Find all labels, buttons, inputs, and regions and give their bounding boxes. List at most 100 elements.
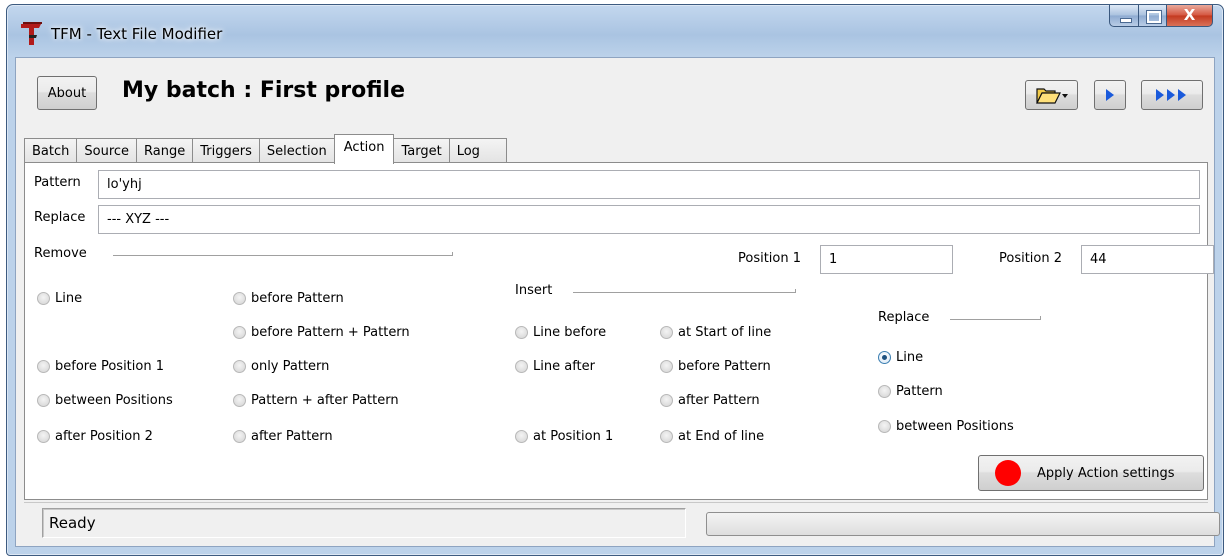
- remove-between-positions-radio[interactable]: between Positions: [37, 393, 173, 408]
- tab-target[interactable]: Target: [393, 138, 450, 163]
- insert-separator: [573, 289, 796, 293]
- tab-batch[interactable]: Batch: [24, 138, 78, 163]
- radio-dot: [37, 360, 50, 373]
- status-bar: Ready: [24, 502, 1220, 542]
- remove-before-position1-radio[interactable]: before Position 1: [37, 359, 164, 374]
- radio-label: at End of line: [678, 429, 765, 444]
- radio-label: at Position 1: [533, 429, 614, 444]
- main-client-area: About My batch : First profile Batch Sou…: [15, 57, 1220, 547]
- insert-line-after-radio[interactable]: Line after: [515, 359, 595, 374]
- unsaved-indicator-icon: [995, 460, 1021, 486]
- tab-selection[interactable]: Selection: [258, 138, 335, 163]
- window-title: TFM - Text File Modifier: [51, 25, 223, 43]
- radio-dot: [233, 292, 246, 305]
- radio-dot: [878, 351, 891, 364]
- insert-after-pattern-radio[interactable]: after Pattern: [660, 393, 760, 408]
- radio-dot: [37, 394, 50, 407]
- radio-label: Line after: [533, 359, 595, 374]
- insert-line-before-radio[interactable]: Line before: [515, 325, 606, 340]
- tab-triggers[interactable]: Triggers: [192, 138, 260, 163]
- pattern-label: Pattern: [34, 175, 81, 190]
- remove-line-radio[interactable]: Line: [37, 291, 82, 306]
- radio-label: after Pattern: [678, 393, 760, 408]
- insert-before-pattern-radio[interactable]: before Pattern: [660, 359, 771, 374]
- chevron-down-icon: [1061, 94, 1068, 98]
- status-text: Ready: [42, 508, 686, 538]
- window-controls: X: [1109, 5, 1213, 29]
- remove-separator: [113, 252, 453, 256]
- radio-dot: [878, 420, 891, 433]
- radio-label: Line: [55, 291, 83, 306]
- title-bar[interactable]: TFM - Text File Modifier X: [7, 5, 1223, 53]
- replace-line-radio[interactable]: Line: [878, 350, 923, 365]
- position2-label: Position 2: [999, 251, 1063, 266]
- tab-strip: Batch Source Range Triggers Selection Ac…: [24, 134, 507, 164]
- apply-action-settings-button[interactable]: Apply Action settings: [978, 455, 1204, 491]
- replace-separator: [950, 316, 1041, 320]
- run-all-button[interactable]: [1141, 80, 1203, 110]
- remove-before-pattern-plus-pattern-radio[interactable]: before Pattern + Pattern: [233, 325, 410, 340]
- radio-label: Pattern: [896, 384, 943, 399]
- radio-dot: [660, 394, 673, 407]
- insert-group-label: Insert: [515, 283, 553, 298]
- radio-label: before Pattern: [678, 359, 771, 374]
- remove-pattern-plus-after-pattern-radio[interactable]: Pattern + after Pattern: [233, 393, 399, 408]
- tab-log[interactable]: Log: [448, 138, 507, 163]
- run-once-button[interactable]: [1094, 80, 1126, 110]
- fast-forward-icon: [1156, 89, 1186, 101]
- replace-between-positions-radio[interactable]: between Positions: [878, 419, 1014, 434]
- radio-label: only Pattern: [251, 359, 330, 374]
- radio-dot: [878, 385, 891, 398]
- pattern-input[interactable]: lo'yhj: [98, 170, 1200, 199]
- progress-bar: [706, 512, 1220, 536]
- radio-dot: [37, 292, 50, 305]
- folder-open-icon: [1035, 88, 1068, 104]
- tab-range[interactable]: Range: [136, 138, 194, 163]
- radio-dot: [515, 430, 528, 443]
- apply-button-label: Apply Action settings: [1037, 465, 1175, 481]
- radio-label: between Positions: [55, 393, 173, 408]
- radio-dot: [660, 430, 673, 443]
- radio-label: Line before: [533, 325, 607, 340]
- remove-after-position2-radio[interactable]: after Position 2: [37, 429, 153, 444]
- position2-input[interactable]: 44: [1081, 245, 1214, 274]
- replace-label: Replace: [34, 210, 86, 225]
- replace-input[interactable]: --- XYZ ---: [98, 205, 1200, 234]
- radio-label: after Position 2: [55, 429, 153, 444]
- remove-before-pattern-radio[interactable]: before Pattern: [233, 291, 344, 306]
- remove-only-pattern-radio[interactable]: only Pattern: [233, 359, 329, 374]
- radio-dot: [233, 360, 246, 373]
- radio-label: at Start of line: [678, 325, 772, 340]
- radio-label: before Pattern: [251, 291, 344, 306]
- radio-dot: [233, 326, 246, 339]
- radio-label: Pattern + after Pattern: [251, 393, 399, 408]
- radio-dot: [37, 430, 50, 443]
- app-window: TFM - Text File Modifier X About My batc…: [6, 4, 1224, 556]
- remove-group-label: Remove: [34, 246, 87, 261]
- insert-at-end-of-line-radio[interactable]: at End of line: [660, 429, 764, 444]
- remove-after-pattern-radio[interactable]: after Pattern: [233, 429, 333, 444]
- tfm-logo-icon: [21, 22, 42, 45]
- radio-label: between Positions: [896, 419, 1014, 434]
- radio-dot: [660, 360, 673, 373]
- radio-label: after Pattern: [251, 429, 333, 444]
- radio-dot: [660, 326, 673, 339]
- radio-label: before Position 1: [55, 359, 164, 374]
- position1-label: Position 1: [738, 251, 802, 266]
- open-profile-dropdown-button[interactable]: [1025, 80, 1078, 110]
- action-panel: Pattern lo'yhj Replace --- XYZ --- Remov…: [24, 162, 1214, 500]
- maximize-button[interactable]: [1139, 5, 1167, 27]
- replace-pattern-radio[interactable]: Pattern: [878, 384, 943, 399]
- insert-at-position1-radio[interactable]: at Position 1: [515, 429, 613, 444]
- replace-group-label: Replace: [878, 310, 930, 325]
- minimize-button[interactable]: [1109, 5, 1139, 27]
- about-button[interactable]: About: [37, 76, 97, 110]
- insert-at-start-of-line-radio[interactable]: at Start of line: [660, 325, 771, 340]
- radio-dot: [233, 430, 246, 443]
- tab-action[interactable]: Action: [333, 134, 395, 164]
- tab-source[interactable]: Source: [76, 138, 138, 163]
- position1-input[interactable]: 1: [820, 245, 953, 274]
- close-button[interactable]: X: [1167, 5, 1213, 27]
- radio-dot: [515, 326, 528, 339]
- play-icon: [1106, 89, 1114, 101]
